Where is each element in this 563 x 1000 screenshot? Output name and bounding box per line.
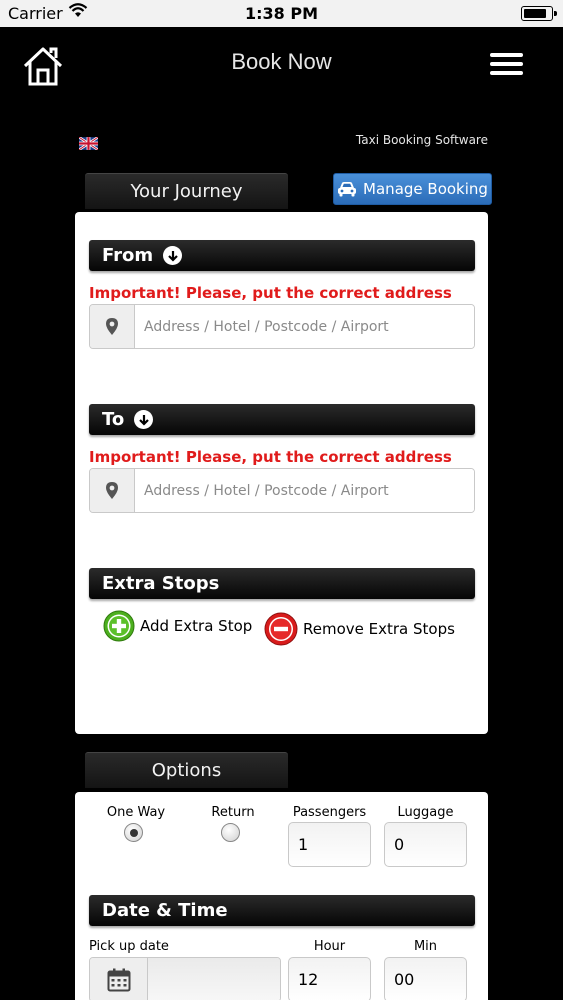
pickup-date-label: Pick up date [89,939,169,954]
location-pin-icon [90,305,135,348]
pickup-date-input[interactable] [148,958,280,1000]
plus-circle-icon [103,610,135,642]
return-label: Return [211,805,255,820]
from-label: From [102,244,154,266]
manage-booking-button[interactable]: Manage Booking [333,173,492,205]
tab-your-journey[interactable]: Your Journey [85,173,288,209]
status-bar: Carrier 1:38 PM [0,0,563,27]
battery-icon [521,6,557,21]
tab-options[interactable]: Options [85,752,288,788]
extra-stops-header: Extra Stops [89,568,475,599]
journey-panel: From Important! Please, put the correct … [75,212,488,734]
remove-extra-stops-button[interactable]: Remove Extra Stops [264,612,455,646]
page-title: Book Now [231,49,332,74]
from-address-group [89,304,475,349]
uk-flag-icon[interactable] [79,137,98,150]
clock: 1:38 PM [244,4,318,23]
arrow-down-circle-icon[interactable] [134,410,154,429]
one-way-label: One Way [106,805,166,820]
to-address-group [89,468,475,513]
luggage-input[interactable]: 0 [384,822,467,867]
from-warning: Important! Please, put the correct addre… [89,284,452,302]
passengers-input[interactable]: 1 [288,822,371,867]
date-time-label: Date & Time [102,899,228,921]
date-time-header: Date & Time [89,895,475,926]
from-address-input[interactable] [135,305,474,348]
options-panel: One Way Return Passengers 1 Luggage 0 Da… [75,792,488,1000]
min-input[interactable]: 00 [384,957,467,1000]
hamburger-menu-icon[interactable] [490,53,523,75]
nav-bar: Book Now [0,27,563,97]
one-way-radio[interactable] [124,823,143,842]
add-extra-stop-label: Add Extra Stop [140,617,253,635]
arrow-down-circle-icon[interactable] [163,246,183,265]
hour-input[interactable]: 12 [288,957,371,1000]
minus-circle-icon [264,612,298,646]
passengers-label: Passengers [292,805,367,820]
return-radio[interactable] [221,823,240,842]
min-label: Min [413,939,438,954]
from-header[interactable]: From [89,240,475,271]
to-header[interactable]: To [89,404,475,435]
hour-label: Hour [313,939,346,954]
brand-label: Taxi Booking Software [355,133,488,147]
add-extra-stop-button[interactable]: Add Extra Stop [103,610,252,642]
pickup-date-group[interactable] [89,957,281,1000]
location-pin-icon [90,469,135,512]
to-warning: Important! Please, put the correct addre… [89,448,452,466]
calendar-icon[interactable] [90,958,148,1000]
to-address-input[interactable] [135,469,474,512]
manage-booking-label: Manage Booking [363,180,488,198]
to-label: To [102,408,125,430]
extra-stops-label: Extra Stops [102,572,220,594]
car-icon [338,182,357,197]
luggage-label: Luggage [397,805,454,820]
remove-extra-stops-label: Remove Extra Stops [303,620,455,638]
